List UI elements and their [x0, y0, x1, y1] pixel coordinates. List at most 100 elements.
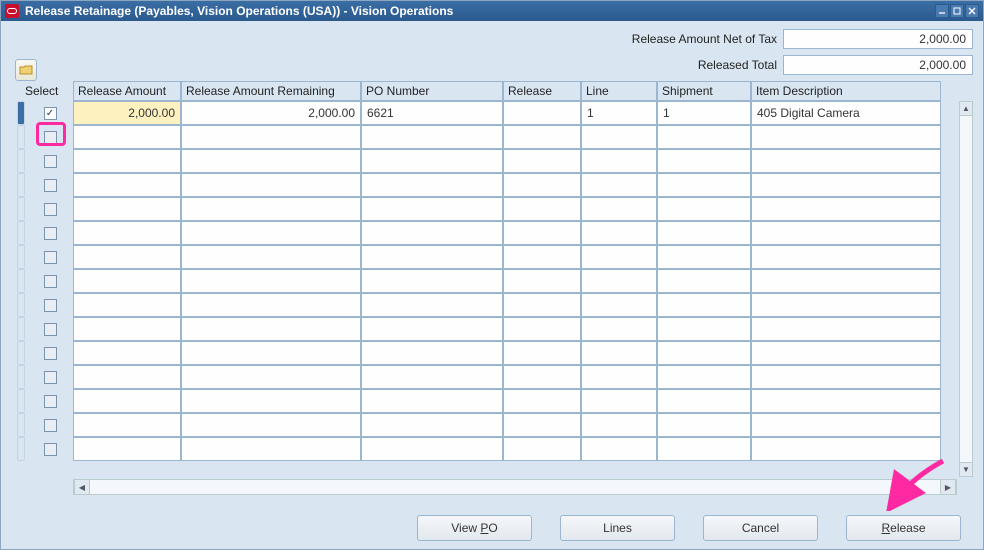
table-cell[interactable]: [657, 245, 751, 269]
table-cell[interactable]: [361, 413, 503, 437]
table-cell[interactable]: [181, 293, 361, 317]
table-cell[interactable]: [751, 173, 941, 197]
table-cell[interactable]: [581, 269, 657, 293]
scroll-up-icon[interactable]: ▲: [960, 102, 972, 116]
table-cell[interactable]: [581, 173, 657, 197]
col-header-line[interactable]: Line: [581, 81, 657, 101]
table-cell[interactable]: [503, 197, 581, 221]
row-marker[interactable]: [17, 245, 25, 269]
table-cell[interactable]: [181, 173, 361, 197]
col-header-release-amount[interactable]: Release Amount: [73, 81, 181, 101]
select-checkbox[interactable]: [44, 443, 57, 456]
net-of-tax-field[interactable]: 2,000.00: [783, 29, 973, 49]
table-cell[interactable]: [361, 389, 503, 413]
scroll-track-vertical[interactable]: [960, 116, 972, 462]
table-cell[interactable]: [361, 437, 503, 461]
table-cell[interactable]: [181, 437, 361, 461]
table-cell[interactable]: [581, 149, 657, 173]
select-checkbox[interactable]: [44, 179, 57, 192]
table-cell[interactable]: [751, 125, 941, 149]
select-checkbox[interactable]: [44, 203, 57, 216]
col-header-release[interactable]: Release: [503, 81, 581, 101]
scroll-right-icon[interactable]: ▶: [940, 480, 956, 494]
select-checkbox[interactable]: [44, 395, 57, 408]
table-cell[interactable]: [73, 245, 181, 269]
table-cell[interactable]: [73, 389, 181, 413]
table-cell[interactable]: [503, 389, 581, 413]
table-cell[interactable]: 1: [657, 101, 751, 125]
table-cell[interactable]: [751, 317, 941, 341]
table-cell[interactable]: [361, 125, 503, 149]
select-checkbox[interactable]: [44, 251, 57, 264]
table-cell[interactable]: [657, 125, 751, 149]
close-button[interactable]: [965, 4, 979, 18]
table-cell[interactable]: [751, 149, 941, 173]
table-cell[interactable]: [657, 413, 751, 437]
table-cell[interactable]: [581, 341, 657, 365]
table-cell[interactable]: [503, 437, 581, 461]
table-cell[interactable]: [503, 101, 581, 125]
select-checkbox[interactable]: [44, 347, 57, 360]
table-cell[interactable]: [581, 389, 657, 413]
table-cell[interactable]: [657, 173, 751, 197]
select-checkbox[interactable]: [44, 131, 57, 144]
table-cell[interactable]: [73, 125, 181, 149]
table-cell[interactable]: [581, 197, 657, 221]
table-cell[interactable]: [361, 221, 503, 245]
table-cell[interactable]: [181, 413, 361, 437]
table-cell[interactable]: [181, 269, 361, 293]
table-cell[interactable]: [751, 413, 941, 437]
table-cell[interactable]: [657, 341, 751, 365]
row-marker[interactable]: [17, 341, 25, 365]
table-cell[interactable]: [361, 197, 503, 221]
table-cell[interactable]: [751, 221, 941, 245]
row-marker[interactable]: [17, 173, 25, 197]
table-cell[interactable]: [503, 221, 581, 245]
table-cell[interactable]: [181, 149, 361, 173]
table-cell[interactable]: [581, 317, 657, 341]
table-cell[interactable]: [657, 293, 751, 317]
table-cell[interactable]: [751, 437, 941, 461]
table-cell[interactable]: [657, 389, 751, 413]
table-cell[interactable]: [181, 341, 361, 365]
scroll-left-icon[interactable]: ◀: [74, 480, 90, 494]
row-marker[interactable]: [17, 269, 25, 293]
table-cell[interactable]: [73, 149, 181, 173]
table-cell[interactable]: [751, 197, 941, 221]
table-cell[interactable]: [503, 293, 581, 317]
table-cell[interactable]: [751, 293, 941, 317]
select-checkbox[interactable]: [44, 227, 57, 240]
select-checkbox[interactable]: [44, 371, 57, 384]
table-cell[interactable]: [751, 245, 941, 269]
table-cell[interactable]: [751, 365, 941, 389]
table-cell[interactable]: [73, 293, 181, 317]
table-cell[interactable]: [181, 221, 361, 245]
view-po-button[interactable]: View PO: [417, 515, 532, 541]
col-header-release-remaining[interactable]: Release Amount Remaining: [181, 81, 361, 101]
table-cell[interactable]: [503, 341, 581, 365]
table-cell[interactable]: [181, 317, 361, 341]
cancel-button[interactable]: Cancel: [703, 515, 818, 541]
table-cell[interactable]: [657, 221, 751, 245]
table-cell[interactable]: [657, 149, 751, 173]
select-checkbox[interactable]: [44, 155, 57, 168]
table-cell[interactable]: [581, 245, 657, 269]
vertical-scrollbar[interactable]: ▲ ▼: [959, 101, 973, 477]
table-cell[interactable]: [503, 245, 581, 269]
table-cell[interactable]: [181, 125, 361, 149]
table-cell[interactable]: 2,000.00: [181, 101, 361, 125]
col-header-po-number[interactable]: PO Number: [361, 81, 503, 101]
table-cell[interactable]: [751, 269, 941, 293]
table-cell[interactable]: [657, 437, 751, 461]
table-cell[interactable]: [181, 389, 361, 413]
table-cell[interactable]: [73, 173, 181, 197]
col-header-shipment[interactable]: Shipment: [657, 81, 751, 101]
scroll-track-horizontal[interactable]: [90, 480, 940, 494]
table-cell[interactable]: [657, 365, 751, 389]
table-cell[interactable]: [361, 341, 503, 365]
table-cell[interactable]: [361, 269, 503, 293]
table-cell[interactable]: [361, 173, 503, 197]
table-cell[interactable]: 1: [581, 101, 657, 125]
table-cell[interactable]: [503, 173, 581, 197]
table-cell[interactable]: [73, 365, 181, 389]
